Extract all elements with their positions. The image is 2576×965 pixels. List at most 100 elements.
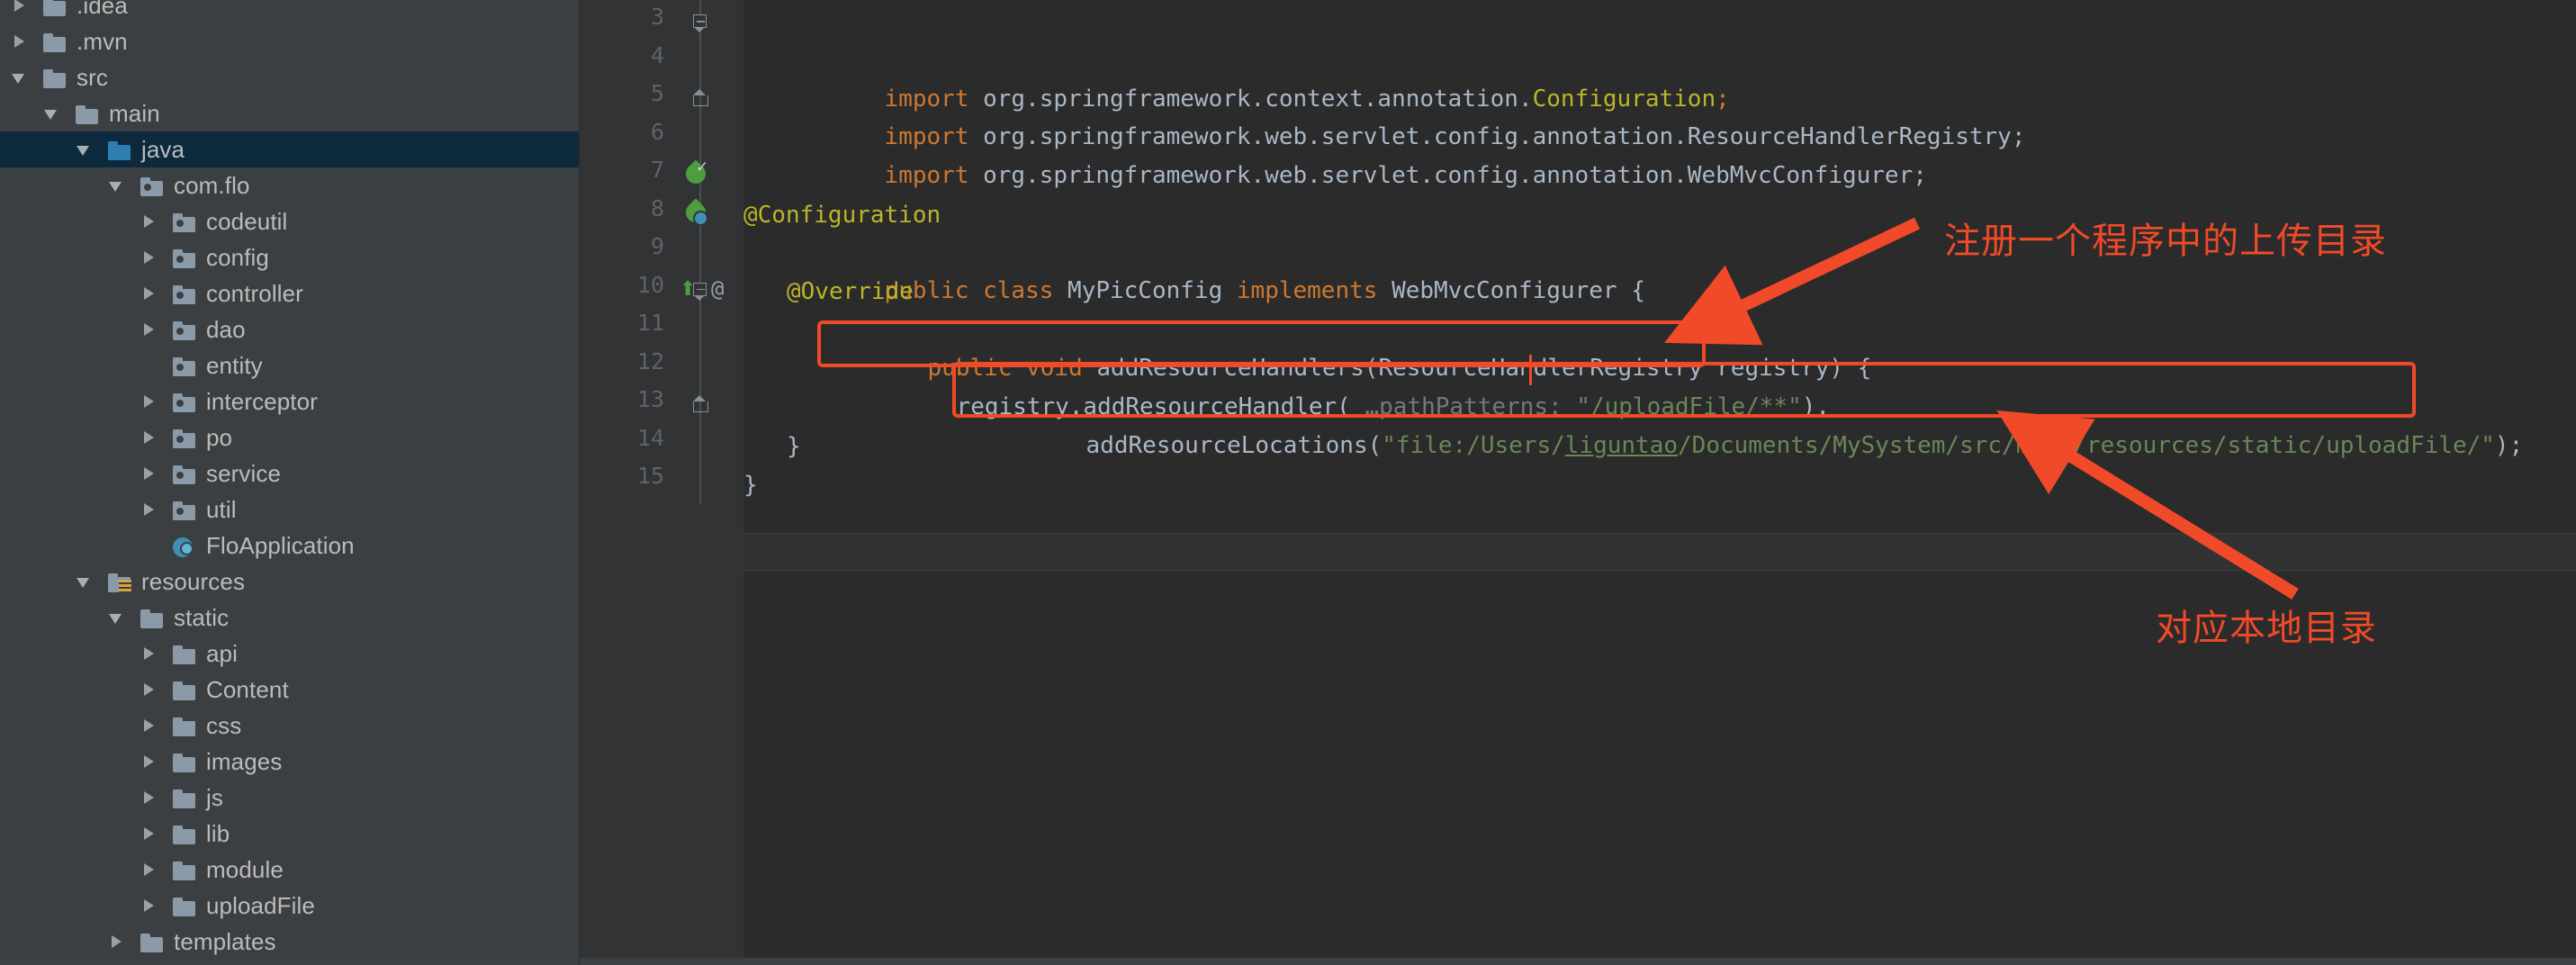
tree-item-label: css [206, 711, 242, 739]
package-folder-icon [171, 210, 198, 233]
tree-item-label: entity [206, 351, 263, 379]
tree-item-dao[interactable]: dao [0, 311, 579, 347]
chevron-down-icon[interactable] [106, 600, 130, 636]
tree-item-controller[interactable]: controller [0, 275, 579, 311]
tree-item-floapplication[interactable]: FloApplication [0, 528, 579, 564]
package-dot [176, 436, 184, 443]
chevron-right-icon[interactable] [139, 672, 162, 708]
tree-item-uploadfile[interactable]: uploadFile [0, 888, 579, 924]
tree-item-label: Content [206, 675, 289, 703]
text-caret [1529, 355, 1532, 385]
chevron-down-icon[interactable] [74, 131, 97, 167]
current-line-highlight [743, 533, 2576, 571]
tree-item-lib[interactable]: lib [0, 816, 579, 852]
tree-item-module[interactable]: module [0, 852, 579, 888]
project-tool-window[interactable]: .idea .mvn src main java com.flo codeutil confi… [0, 0, 580, 965]
chevron-right-icon[interactable] [139, 275, 162, 311]
tree-item-label: service [206, 459, 282, 487]
chevron-right-icon[interactable] [139, 744, 162, 780]
tree-item--mvn[interactable]: .mvn [0, 23, 579, 59]
tree-item-main[interactable]: main [0, 95, 579, 131]
chevron-down-icon[interactable] [9, 59, 32, 95]
tree-item-label: util [206, 495, 237, 523]
tree-item-images[interactable]: images [0, 744, 579, 780]
chevron-right-icon[interactable] [139, 239, 162, 275]
tree-item-label: config [206, 243, 269, 271]
package-folder-icon [171, 318, 198, 341]
folder-icon [41, 30, 68, 53]
tree-item-static[interactable]: static [0, 600, 579, 636]
ide-window: .idea .mvn src main java com.flo codeutil confi… [0, 0, 2576, 965]
tree-item-label: main [109, 99, 160, 127]
chevron-right-icon[interactable] [139, 852, 162, 888]
tree-item--idea[interactable]: .idea [0, 0, 579, 23]
package-folder-icon [171, 282, 198, 305]
tree-item-java[interactable]: java [0, 131, 579, 167]
chevron-right-icon[interactable] [139, 492, 162, 528]
tree-item-js[interactable]: js [0, 780, 579, 816]
package-dot [176, 364, 184, 371]
tree-item-resources[interactable]: resources [0, 564, 579, 600]
tree-item-entity[interactable]: entity [0, 347, 579, 383]
folder-icon [139, 606, 166, 629]
folder-icon [171, 822, 198, 845]
folder-icon [171, 714, 198, 737]
chevron-right-icon[interactable] [139, 383, 162, 419]
tree-item-label: .idea [77, 0, 128, 19]
chevron-right-icon[interactable] [139, 780, 162, 816]
tree-item-label: static [174, 603, 230, 631]
tree-item-codeutil[interactable]: codeutil [0, 203, 579, 239]
project-tree[interactable]: .idea .mvn src main java com.flo codeutil confi… [0, 0, 579, 960]
code-closing-brace-class: } [743, 471, 758, 499]
tree-item-templates[interactable]: templates [0, 924, 579, 960]
package-dot [176, 328, 184, 335]
spring-badge [180, 542, 194, 555]
tree-item-po[interactable]: po [0, 419, 579, 455]
spring-class-icon [171, 534, 198, 557]
package-dot [176, 508, 184, 515]
package-dot [176, 292, 184, 299]
tree-item-content[interactable]: Content [0, 672, 579, 708]
tree-item-label: module [206, 855, 284, 883]
tree-item-label: codeutil [206, 207, 288, 235]
tree-item-label: interceptor [206, 387, 318, 415]
tree-item-label: dao [206, 315, 246, 343]
package-folder-icon [139, 174, 166, 197]
chevron-right-icon[interactable] [139, 816, 162, 852]
chevron-right-icon[interactable] [9, 0, 32, 23]
chevron-right-icon[interactable] [139, 888, 162, 924]
tree-item-service[interactable]: service [0, 455, 579, 492]
chevron-down-icon[interactable] [74, 564, 97, 600]
tree-item-config[interactable]: config [0, 239, 579, 275]
package-dot [176, 400, 184, 407]
tree-item-label: java [141, 135, 185, 163]
chevron-down-icon[interactable] [106, 167, 130, 203]
folder-icon [171, 678, 198, 701]
tree-item-api[interactable]: api [0, 636, 579, 672]
editor-pane[interactable]: 3 4 5 6 7 ✓ 8 9 10 ⬆ @11 12 13 14 15 import org.spring… [580, 0, 2576, 965]
chevron-down-icon[interactable] [41, 95, 65, 131]
tree-item-label: resources [141, 567, 246, 595]
chevron-right-icon[interactable] [139, 636, 162, 672]
chevron-right-icon[interactable] [9, 23, 32, 59]
tree-item-interceptor[interactable]: interceptor [0, 383, 579, 419]
package-dot [176, 472, 184, 479]
folder-icon [171, 642, 198, 665]
chevron-right-icon[interactable] [139, 203, 162, 239]
chevron-right-icon[interactable] [139, 708, 162, 744]
tree-item-css[interactable]: css [0, 708, 579, 744]
package-folder-icon [171, 354, 198, 377]
tree-item-src[interactable]: src [0, 59, 579, 95]
code-content[interactable]: 3 4 5 6 7 ✓ 8 9 10 ⬆ @11 12 13 14 15 import org.spring… [580, 0, 2576, 965]
chevron-right-icon[interactable] [139, 455, 162, 492]
tree-item-label: FloApplication [206, 531, 355, 559]
package-dot [144, 184, 151, 191]
tree-item-com-flo[interactable]: com.flo [0, 167, 579, 203]
folder-icon [41, 0, 68, 17]
tree-item-util[interactable]: util [0, 492, 579, 528]
tree-item-label: controller [206, 279, 303, 307]
chevron-right-icon[interactable] [106, 924, 130, 960]
chevron-right-icon[interactable] [139, 419, 162, 455]
chevron-right-icon[interactable] [139, 311, 162, 347]
